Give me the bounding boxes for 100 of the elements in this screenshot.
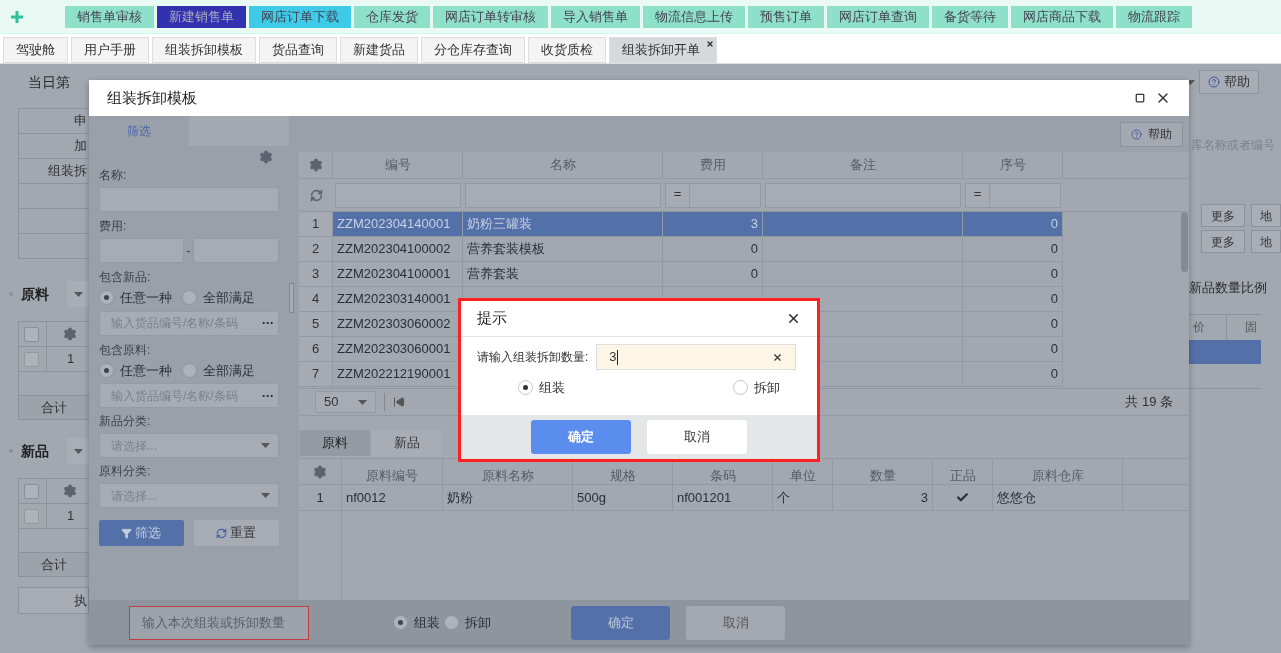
- row-number: 6: [311, 340, 320, 359]
- cancel-button[interactable]: 取消: [647, 420, 747, 454]
- address-button[interactable]: 地: [1251, 230, 1281, 253]
- row-number: 1: [311, 215, 320, 234]
- close-icon[interactable]: [706, 40, 714, 48]
- settings-icon[interactable]: [308, 158, 323, 172]
- radio-label: 组装: [414, 613, 440, 632]
- page-tab[interactable]: 驾驶舱: [3, 37, 68, 63]
- table-cell-text: 奶粉: [447, 488, 473, 507]
- row-number: 4: [311, 290, 320, 309]
- table-cell-text: nf0012: [346, 488, 386, 507]
- field-label: 新品分类:: [99, 413, 152, 430]
- page-size-select[interactable]: 50: [315, 391, 376, 413]
- table-cell-text: 奶粉三罐装: [466, 215, 532, 234]
- checkbox[interactable]: [24, 508, 39, 524]
- page-tab[interactable]: 组装拆卸开单: [609, 37, 717, 63]
- nav-button[interactable]: 仓库发货: [354, 5, 430, 28]
- radio-button[interactable]: [393, 615, 408, 630]
- row-number: 7: [311, 365, 320, 384]
- collapse-handle[interactable]: [289, 283, 294, 313]
- dropdown-button[interactable]: [67, 438, 89, 464]
- filter-button[interactable]: 筛选: [99, 520, 184, 546]
- clear-icon[interactable]: [772, 351, 784, 363]
- nav-button[interactable]: 新建销售单: [157, 5, 246, 28]
- checkbox[interactable]: [24, 351, 39, 367]
- scrollbar-thumb[interactable]: [1181, 212, 1188, 272]
- table-cell-text: 0: [1050, 365, 1059, 384]
- column-header: 规格: [609, 466, 636, 485]
- radio-button[interactable]: [182, 362, 197, 378]
- table-cell-text: ZZM202304140001: [336, 215, 451, 234]
- refresh-icon[interactable]: [309, 188, 323, 202]
- caret-icon: [261, 443, 270, 448]
- address-button[interactable]: 地: [1251, 204, 1281, 227]
- checkbox[interactable]: [24, 483, 39, 499]
- ratio-label: 新品数量比例: [1189, 279, 1268, 297]
- table-cell-text: ZZM202212190001: [336, 365, 451, 384]
- caret-icon: [261, 493, 270, 498]
- nav-button[interactable]: 备货等待: [932, 5, 1008, 28]
- table-cell-text: ZZM202304100001: [336, 265, 451, 284]
- table-row[interactable]: 2 ZZM202304100002 营养套装模板 0 0: [299, 237, 1063, 262]
- page-tab[interactable]: 组装拆卸模板: [152, 37, 256, 63]
- radio-button[interactable]: [444, 615, 459, 630]
- caret-icon: [358, 399, 367, 405]
- settings-icon[interactable]: [63, 484, 77, 498]
- more-button[interactable]: ···: [258, 386, 278, 405]
- settings-icon[interactable]: [63, 327, 77, 341]
- selected-row[interactable]: [1189, 339, 1261, 364]
- column-header: 单位: [789, 466, 816, 485]
- more-button[interactable]: ···: [258, 314, 278, 332]
- nav-button[interactable]: 网店订单下载: [249, 5, 351, 28]
- nav-button[interactable]: 物流信息上传: [643, 5, 745, 28]
- table-cell-text: 0: [1050, 265, 1059, 284]
- action-button[interactable]: 执: [18, 587, 89, 614]
- help-button[interactable]: 帮助: [1199, 70, 1259, 94]
- radio-button[interactable]: [99, 290, 114, 306]
- radio-button[interactable]: [99, 362, 114, 378]
- radio-button[interactable]: [733, 380, 748, 396]
- radio-button[interactable]: [518, 380, 533, 396]
- more-button[interactable]: 更多: [1201, 230, 1246, 253]
- page-tab[interactable]: 分仓库存查询: [421, 37, 525, 63]
- nav-button[interactable]: 网店订单查询: [827, 5, 929, 28]
- checkbox[interactable]: [24, 326, 39, 342]
- first-page-icon[interactable]: [393, 396, 405, 408]
- nav-button[interactable]: 导入销售单: [551, 5, 640, 28]
- maximize-icon[interactable]: [1135, 93, 1145, 103]
- reset-button[interactable]: 重置: [193, 520, 279, 546]
- table-row[interactable]: 3 ZZM202304100001 营养套装 0 0: [299, 262, 1063, 287]
- radio-label: 组装: [539, 379, 565, 397]
- settings-icon[interactable]: [259, 150, 273, 164]
- add-icon[interactable]: [10, 9, 26, 24]
- column-header: 条码: [709, 466, 736, 485]
- nav-button[interactable]: 网店商品下载: [1011, 5, 1113, 28]
- field-label: 名称:: [99, 167, 128, 184]
- detail-tab[interactable]: 原料: [300, 430, 370, 456]
- table-cell-text: ZZM202303060002: [336, 315, 451, 334]
- table-cell-text: 0: [1050, 315, 1059, 334]
- settings-icon[interactable]: [313, 464, 327, 479]
- dropdown-button[interactable]: [67, 281, 89, 307]
- page-tab[interactable]: 货品查询: [259, 37, 337, 63]
- quantity-field[interactable]: 3: [596, 344, 797, 370]
- help-icon: [1131, 128, 1142, 140]
- nav-button[interactable]: 物流跟踪: [1116, 5, 1192, 28]
- table-cell-text: 申: [74, 112, 88, 131]
- page-tab[interactable]: 新建货品: [340, 37, 418, 63]
- column-header: 价: [1192, 319, 1206, 336]
- cancel-button[interactable]: 取消: [686, 605, 785, 640]
- radio-button[interactable]: [182, 290, 197, 306]
- page-tab[interactable]: 用户手册: [71, 37, 149, 63]
- more-button[interactable]: 更多: [1201, 204, 1246, 227]
- nav-button[interactable]: 销售单审核: [65, 5, 154, 28]
- table-cell-text: 500g: [577, 488, 606, 507]
- close-icon[interactable]: [786, 311, 801, 326]
- table-row[interactable]: 1 ZZM202304140001 奶粉三罐装 3 0: [299, 212, 1063, 237]
- help-button[interactable]: 帮助: [1120, 121, 1183, 147]
- page-tab[interactable]: 收货质检: [528, 37, 606, 63]
- radio-label: 拆卸: [754, 379, 780, 397]
- detail-tab[interactable]: 新品: [372, 430, 442, 456]
- nav-button[interactable]: 网店订单转审核: [433, 5, 548, 28]
- nav-button[interactable]: 预售订单: [748, 5, 824, 28]
- confirm-button[interactable]: 确定: [531, 420, 631, 454]
